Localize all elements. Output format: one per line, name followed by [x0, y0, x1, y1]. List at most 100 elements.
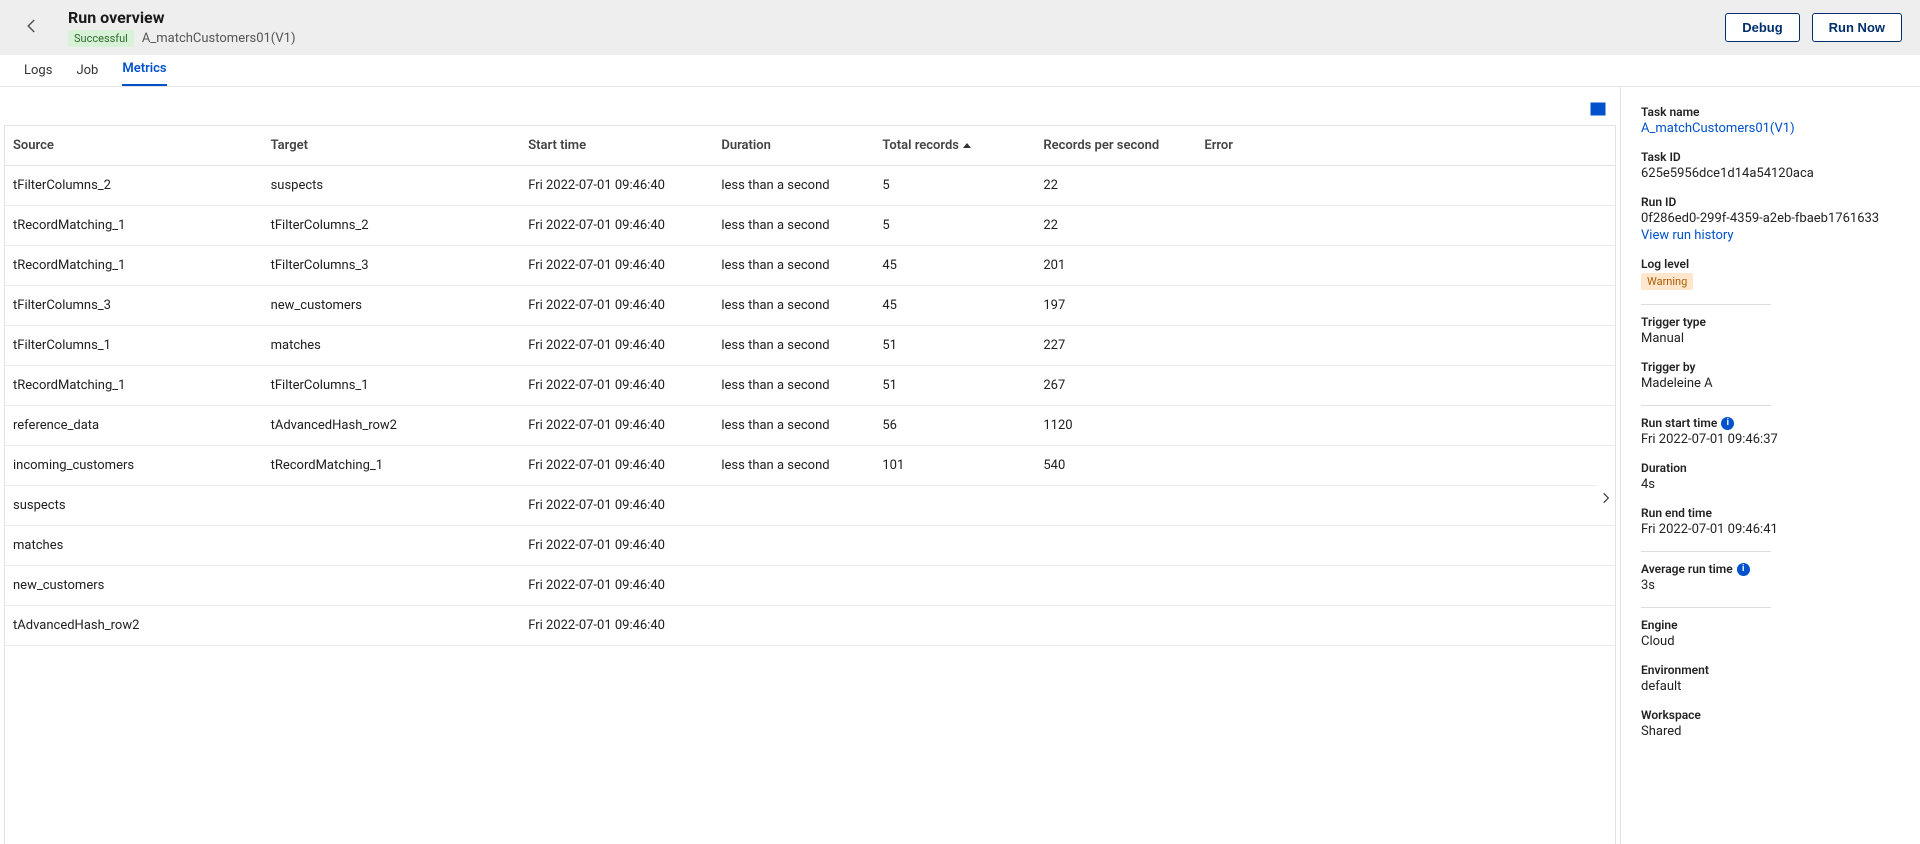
cell-rps: 22 [1035, 206, 1196, 246]
col-start[interactable]: Start time [520, 126, 713, 166]
cell-source: new_customers [5, 566, 263, 606]
cell-total [874, 486, 1035, 526]
task-reference: A_matchCustomers01(V1) [142, 31, 296, 46]
sp-run-id-label: Run ID [1641, 195, 1900, 209]
sp-run-start-label: Run start time i [1641, 416, 1900, 430]
cell-target [263, 526, 521, 566]
sp-log-level: Warning [1641, 273, 1693, 290]
chevron-right-icon [1599, 491, 1613, 509]
sp-avg-label: Average run time i [1641, 562, 1900, 576]
table-row[interactable]: new_customersFri 2022-07-01 09:46:40 [5, 566, 1615, 606]
cell-target [263, 606, 521, 646]
table-row[interactable]: tFilterColumns_3new_customersFri 2022-07… [5, 286, 1615, 326]
cell-rps: 267 [1035, 366, 1196, 406]
columns-icon [1590, 106, 1606, 121]
cell-total: 56 [874, 406, 1035, 446]
cell-source: tRecordMatching_1 [5, 206, 263, 246]
metrics-table: Source Target Start time Duration Total … [5, 126, 1615, 646]
cell-start: Fri 2022-07-01 09:46:40 [520, 366, 713, 406]
cell-error [1196, 286, 1615, 326]
cell-total: 45 [874, 286, 1035, 326]
table-row[interactable]: tRecordMatching_1tFilterColumns_1Fri 202… [5, 366, 1615, 406]
cell-source: suspects [5, 486, 263, 526]
sidepanel-toggle[interactable] [1597, 480, 1615, 520]
cell-duration: less than a second [713, 206, 874, 246]
cell-error [1196, 446, 1615, 486]
table-row[interactable]: tRecordMatching_1tFilterColumns_2Fri 202… [5, 206, 1615, 246]
table-row[interactable]: suspectsFri 2022-07-01 09:46:40 [5, 486, 1615, 526]
sp-run-end-label: Run end time [1641, 506, 1900, 520]
cell-rps: 197 [1035, 286, 1196, 326]
col-source[interactable]: Source [5, 126, 263, 166]
col-rps[interactable]: Records per second [1035, 126, 1196, 166]
divider [1641, 551, 1771, 552]
sp-view-history-link[interactable]: View run history [1641, 228, 1900, 243]
cell-start: Fri 2022-07-01 09:46:40 [520, 606, 713, 646]
table-row[interactable]: tAdvancedHash_row2 Fri 2022-07-01 09:46:4… [5, 606, 1615, 646]
table-header-row: Source Target Start time Duration Total … [5, 126, 1615, 166]
sp-engine: Cloud [1641, 634, 1900, 649]
tab-job[interactable]: Job [76, 63, 98, 86]
cell-source: tFilterColumns_2 [5, 166, 263, 206]
table-row[interactable]: tFilterColumns_1matchesFri 2022-07-01 09… [5, 326, 1615, 366]
cell-target [263, 566, 521, 606]
cell-duration: less than a second [713, 446, 874, 486]
cell-start: Fri 2022-07-01 09:46:40 [520, 446, 713, 486]
info-icon[interactable]: i [1721, 417, 1734, 430]
cell-total: 45 [874, 246, 1035, 286]
cell-total [874, 606, 1035, 646]
cell-rps: 227 [1035, 326, 1196, 366]
debug-button[interactable]: Debug [1725, 13, 1799, 42]
cell-rps [1035, 486, 1196, 526]
cell-start: Fri 2022-07-01 09:46:40 [520, 206, 713, 246]
col-target[interactable]: Target [263, 126, 521, 166]
table-row[interactable]: tFilterColumns_2suspectsFri 2022-07-01 0… [5, 166, 1615, 206]
sp-trigger-type-label: Trigger type [1641, 315, 1900, 329]
cell-error [1196, 406, 1615, 446]
arrow-left-icon [23, 17, 41, 39]
sp-run-start: Fri 2022-07-01 09:46:37 [1641, 432, 1900, 447]
cell-target: tFilterColumns_3 [263, 246, 521, 286]
info-icon[interactable]: i [1737, 563, 1750, 576]
cell-target: matches [263, 326, 521, 366]
cell-duration: less than a second [713, 286, 874, 326]
page-header: Run overview Successful A_matchCustomers… [0, 0, 1920, 55]
cell-source: tFilterColumns_1 [5, 326, 263, 366]
col-total[interactable]: Total records [874, 126, 1035, 166]
sort-ascending-icon [963, 143, 971, 148]
sp-task-name[interactable]: A_matchCustomers01(V1) [1641, 121, 1900, 136]
cell-source: reference_data [5, 406, 263, 446]
cell-error [1196, 486, 1615, 526]
cell-total: 5 [874, 206, 1035, 246]
cell-target: new_customers [263, 286, 521, 326]
cell-rps: 540 [1035, 446, 1196, 486]
cell-duration [713, 526, 874, 566]
run-now-button[interactable]: Run Now [1812, 13, 1902, 42]
sp-task-id: 625e5956dce1d14a54120aca [1641, 166, 1900, 181]
table-row[interactable]: tRecordMatching_1tFilterColumns_3Fri 202… [5, 246, 1615, 286]
tabs: Logs Job Metrics [0, 55, 1920, 87]
sp-avg: 3s [1641, 578, 1900, 593]
tab-metrics[interactable]: Metrics [122, 61, 166, 86]
cell-duration: less than a second [713, 366, 874, 406]
sp-log-level-label: Log level [1641, 257, 1900, 271]
cell-duration: less than a second [713, 166, 874, 206]
cell-target: tFilterColumns_1 [263, 366, 521, 406]
cell-rps [1035, 566, 1196, 606]
table-row[interactable]: incoming_customerstRecordMatching_1Fri 2… [5, 446, 1615, 486]
cell-source: tAdvancedHash_row2 [5, 606, 263, 646]
column-picker-button[interactable] [1590, 101, 1606, 121]
table-row[interactable]: reference_datatAdvancedHash_row2Fri 2022… [5, 406, 1615, 446]
cell-duration [713, 566, 874, 606]
divider [1641, 405, 1771, 406]
cell-source: tFilterColumns_3 [5, 286, 263, 326]
back-button[interactable] [12, 8, 52, 48]
col-error[interactable]: Error [1196, 126, 1615, 166]
main-area: Source Target Start time Duration Total … [0, 87, 1620, 844]
tab-logs[interactable]: Logs [24, 63, 52, 86]
table-row[interactable]: matchesFri 2022-07-01 09:46:40 [5, 526, 1615, 566]
sp-env-label: Environment [1641, 663, 1900, 677]
col-duration[interactable]: Duration [713, 126, 874, 166]
cell-total [874, 566, 1035, 606]
sp-trigger-by: Madeleine A [1641, 376, 1900, 391]
